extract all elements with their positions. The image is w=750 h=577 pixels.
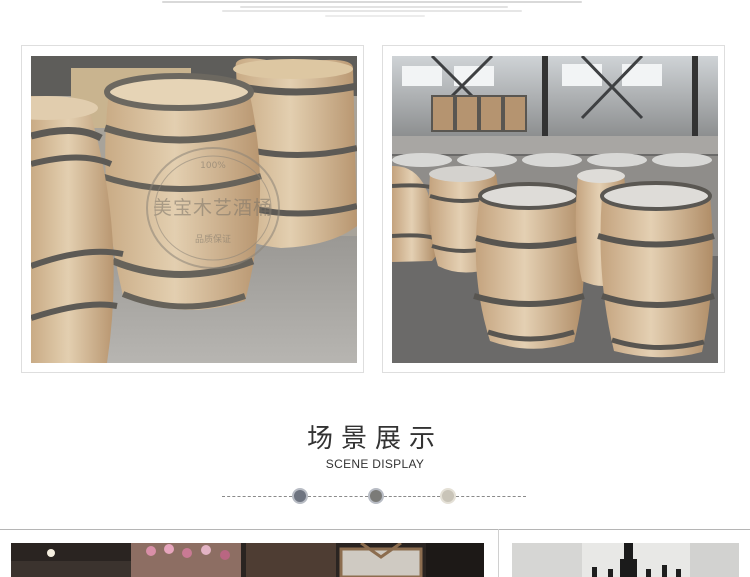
divider-dot-2 xyxy=(368,488,384,504)
scene-column-divider xyxy=(498,529,499,577)
fine-print-line xyxy=(222,10,522,12)
divider-dash xyxy=(456,496,526,497)
scene-photo-wine-rack[interactable] xyxy=(512,543,739,577)
svg-text:品质保证: 品质保证 xyxy=(195,233,231,245)
divider-dash xyxy=(308,496,368,497)
scene-top-border xyxy=(0,529,750,530)
scene-photo-restaurant[interactable] xyxy=(11,543,484,577)
product-photo-frame-right[interactable] xyxy=(382,45,725,373)
fine-print-line xyxy=(240,6,508,8)
barrel-closeup-photo: 100% 美宝木艺酒桶 品质保证 xyxy=(31,56,357,363)
product-photo-frame-left[interactable]: 100% 美宝木艺酒桶 品质保证 xyxy=(21,45,364,373)
fine-print-line xyxy=(325,15,425,17)
divider-dash xyxy=(384,496,440,497)
svg-text:100%: 100% xyxy=(200,161,226,171)
divider-dot-3 xyxy=(440,488,456,504)
svg-text:美宝木艺酒桶: 美宝木艺酒桶 xyxy=(153,197,273,219)
section-divider xyxy=(222,486,526,508)
divider-dot-1 xyxy=(292,488,308,504)
divider-dash xyxy=(222,496,292,497)
section-title: 场景展示 xyxy=(306,424,443,454)
warehouse-barrels-photo xyxy=(392,56,718,363)
fine-print-line xyxy=(162,1,582,3)
section-subtitle: SCENE DISPLAY xyxy=(325,457,425,471)
header-fine-print xyxy=(0,0,750,18)
